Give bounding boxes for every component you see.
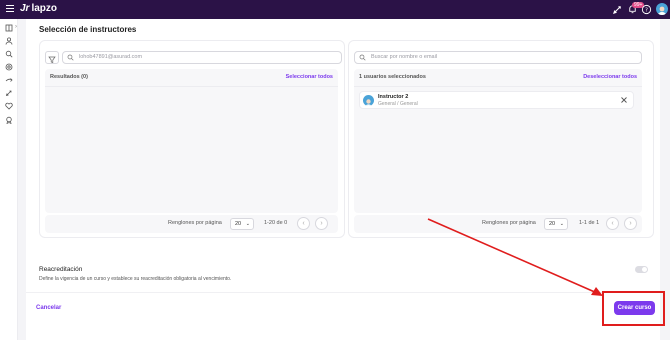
annotation-highlight-box xyxy=(602,291,665,326)
annotation-arrow xyxy=(427,218,603,296)
